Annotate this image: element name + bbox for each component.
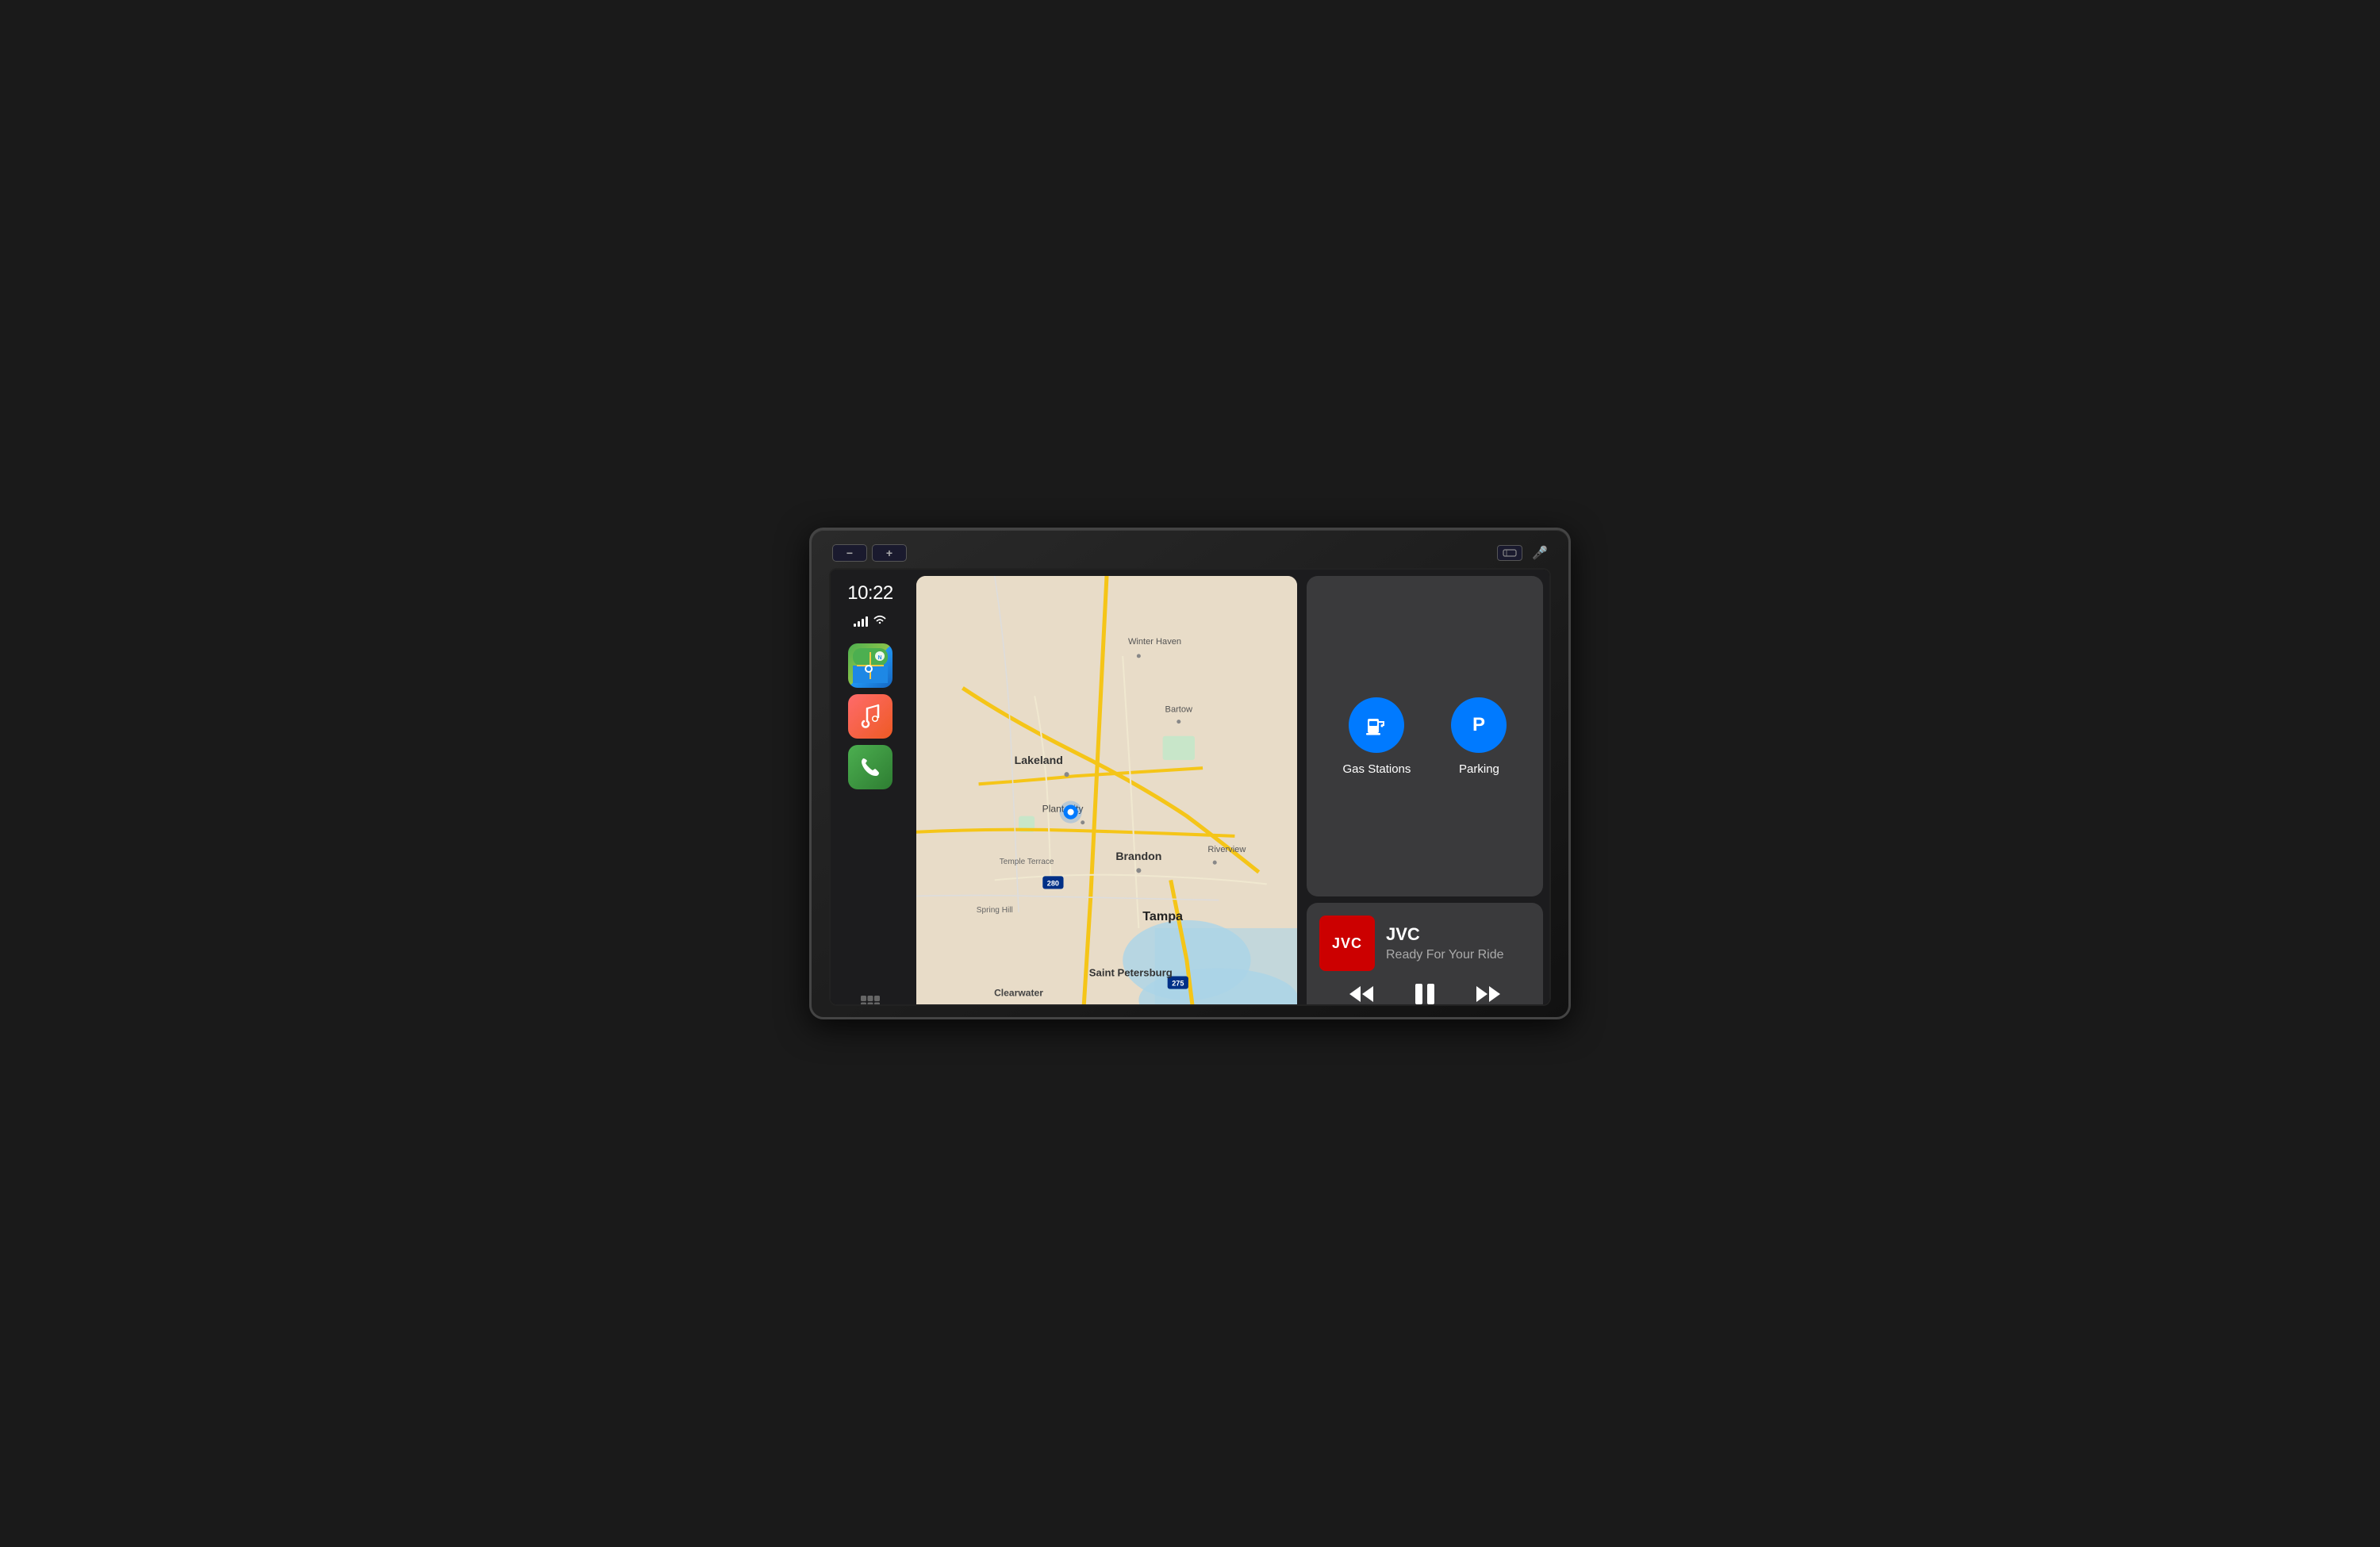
pause-button[interactable]: [1407, 982, 1442, 1006]
svg-text:280: 280: [1047, 879, 1059, 887]
carplay-screen: 10:22: [831, 570, 1549, 1006]
svg-text:Riverview: Riverview: [1207, 845, 1246, 854]
physical-top-bar: − + 🎤: [829, 544, 1551, 562]
phone-app-icon[interactable]: [848, 745, 892, 789]
svg-text:N: N: [877, 655, 881, 661]
parking-icon: P: [1464, 711, 1493, 739]
svg-text:Lakeland: Lakeland: [1015, 754, 1063, 766]
grid-button[interactable]: [859, 994, 881, 1006]
jvc-device: − + 🎤 10:22: [809, 528, 1571, 1019]
svg-text:Brandon: Brandon: [1115, 850, 1161, 862]
quick-actions-card: Gas Stations P Parking: [1307, 576, 1543, 896]
gas-station-icon: [1362, 711, 1391, 739]
gas-stations-label: Gas Stations: [1343, 762, 1411, 776]
parking-label: Parking: [1459, 762, 1499, 776]
gas-stations-action[interactable]: Gas Stations: [1343, 697, 1411, 776]
album-art: JVC: [1319, 916, 1375, 971]
top-right-controls: 🎤: [1497, 545, 1548, 561]
gas-stations-circle: [1349, 697, 1404, 753]
mic-icon: 🎤: [1532, 545, 1548, 561]
media-controls: [1319, 982, 1530, 1006]
rewind-icon: [1346, 983, 1376, 1005]
svg-text:275: 275: [1172, 980, 1184, 988]
media-title: JVC: [1386, 924, 1504, 945]
signal-bar-3: [862, 619, 864, 627]
svg-text:Bartow: Bartow: [1165, 705, 1193, 715]
svg-text:Temple Terrace: Temple Terrace: [1000, 858, 1054, 866]
volume-down-button[interactable]: −: [832, 544, 867, 562]
signal-bar-1: [854, 624, 856, 627]
signal-bars: [854, 616, 868, 627]
fast-forward-icon: [1473, 983, 1503, 1005]
music-icon-graphic: [858, 704, 883, 729]
wifi-icon: [873, 614, 887, 628]
music-app-icon[interactable]: [848, 694, 892, 739]
media-subtitle: Ready For Your Ride: [1386, 948, 1504, 962]
right-panel: Gas Stations P Parking: [1303, 570, 1549, 1006]
album-art-text: JVC: [1332, 935, 1362, 952]
fast-forward-button[interactable]: [1467, 983, 1510, 1006]
volume-buttons: − +: [832, 544, 907, 562]
media-card: JVC JVC Ready For Your Ride: [1307, 903, 1543, 1006]
svg-text:Spring Hill: Spring Hill: [977, 906, 1013, 915]
svg-text:Tampa: Tampa: [1142, 909, 1184, 923]
screen-frame: 10:22: [829, 568, 1551, 1006]
signal-bar-4: [866, 616, 868, 627]
volume-up-button[interactable]: +: [872, 544, 907, 562]
phone-icon-graphic: [858, 755, 882, 779]
media-info-row: JVC JVC Ready For Your Ride: [1319, 916, 1530, 971]
rewind-button[interactable]: [1340, 983, 1383, 1006]
map-svg: 280 275 Winter Haven Bartow Lakeland Pla…: [916, 576, 1297, 1006]
source-button[interactable]: [1497, 545, 1522, 561]
pause-icon: [1414, 982, 1436, 1006]
carplay-main: 10:22: [831, 570, 1549, 1006]
parking-action[interactable]: P Parking: [1451, 697, 1507, 776]
maps-app-icon[interactable]: N: [848, 643, 892, 688]
maps-icon-graphic: N: [853, 648, 888, 683]
map-area[interactable]: 280 275 Winter Haven Bartow Lakeland Pla…: [916, 576, 1297, 1006]
svg-text:Clearwater: Clearwater: [994, 988, 1043, 999]
sidebar: 10:22: [831, 570, 910, 1006]
svg-text:Saint Petersburg: Saint Petersburg: [1089, 966, 1173, 978]
source-icon: [1503, 549, 1517, 557]
media-text-block: JVC Ready For Your Ride: [1386, 924, 1504, 962]
signal-row: [854, 614, 887, 628]
parking-circle: P: [1451, 697, 1507, 753]
svg-text:P: P: [1472, 714, 1485, 735]
time-display: 10:22: [847, 582, 893, 605]
svg-text:Winter Haven: Winter Haven: [1128, 637, 1181, 647]
signal-bar-2: [858, 621, 860, 627]
